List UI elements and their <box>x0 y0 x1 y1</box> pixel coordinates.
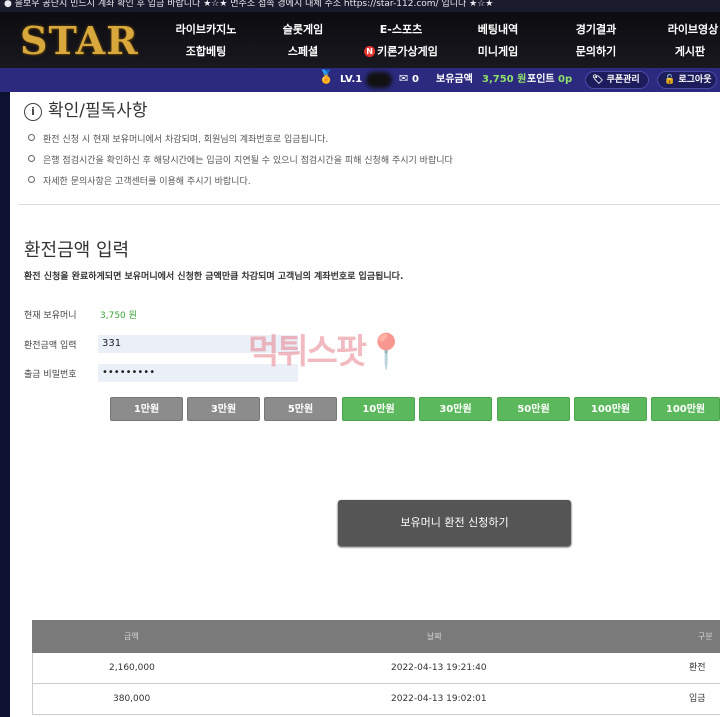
amount-button-500k[interactable]: 50만원 <box>497 397 570 421</box>
redacted-username <box>366 72 392 88</box>
table-row: 380,000 2022-04-13 19:02:01 입금 <box>32 684 720 715</box>
amount-button-10k[interactable]: 1만원 <box>110 397 183 421</box>
nav-kiron-virtual[interactable]: N 키론가상게임 <box>364 45 438 59</box>
amount-button-50k[interactable]: 5만원 <box>264 397 337 421</box>
notice-marquee: ● 을보우 공단지 민드지 계좌 확인 후 입금 바랍니다 ★☆★ 먼주소 접속… <box>0 0 720 12</box>
amount-button-100k[interactable]: 10만원 <box>342 397 415 421</box>
coupon-button[interactable]: 🏷 쿠폰관리 <box>585 71 649 89</box>
map-pin-icon: 📍 <box>365 332 407 372</box>
table-header: 금액 날짜 구분 <box>32 620 720 653</box>
watermark: 먹튀스팟📍 <box>248 324 407 373</box>
exchange-description: 환전 신청을 완료하게되면 보유머니에서 신청한 금액만큼 차감되며 고객님의 … <box>24 272 404 282</box>
logout-label: 로그아웃 <box>678 75 712 85</box>
bullet-circle-icon <box>28 134 35 141</box>
amount-label: 환전금액 입력 <box>24 341 77 351</box>
mail-icon[interactable]: ✉ <box>399 73 408 85</box>
message-count[interactable]: 0 <box>412 74 419 86</box>
row-date: 2022-04-13 19:21:40 <box>391 663 487 673</box>
nav-live-casino[interactable]: 라이브카지노 <box>176 23 237 37</box>
notice-item: 환전 신청 시 현재 보유머니에서 차감되며, 회원님의 계좌번호로 입금됩니다… <box>28 132 328 145</box>
amount-button-1m-alt[interactable]: 100만원 <box>651 397 720 421</box>
section-divider <box>18 204 720 205</box>
amount-button-1m[interactable]: 100만원 <box>574 397 647 421</box>
nav-betting-history[interactable]: 베팅내역 <box>478 23 518 37</box>
password-label: 출금 비밀번호 <box>24 370 77 380</box>
site-logo[interactable]: STAR <box>20 18 139 63</box>
info-icon: i <box>24 103 42 121</box>
exchange-title: 환전금액 입력 <box>24 240 130 261</box>
notice-item-text: 은행 점검시간을 확인하신 후 해당시간에는 입금이 지연될 수 있으니 점검시… <box>43 156 453 166</box>
nav-kiron-label: 키론가상게임 <box>377 45 438 58</box>
row-amount: 380,000 <box>113 694 151 704</box>
nav-mini-game[interactable]: 미니게임 <box>478 45 518 59</box>
nav-special[interactable]: 스페셜 <box>288 45 318 59</box>
nav-game-results[interactable]: 경기결과 <box>576 23 616 37</box>
watermark-text: 먹튀스팟 <box>248 332 367 372</box>
lock-icon: 🔓 <box>664 75 676 85</box>
nav-inquiry[interactable]: 문의하기 <box>576 45 616 59</box>
current-balance-label: 현재 보유머니 <box>24 311 77 321</box>
new-badge-icon: N <box>364 46 376 57</box>
nav-live-video[interactable]: 라이브영상 <box>668 23 719 37</box>
tag-icon: 🏷 <box>592 75 604 85</box>
column-header-amount: 금액 <box>124 632 139 641</box>
column-header-type: 구분 <box>698 632 713 641</box>
notice-item-text: 환전 신청 시 현재 보유머니에서 차감되며, 회원님의 계좌번호로 입금됩니다… <box>43 135 329 145</box>
notice-title: i 확인/필독사항 <box>24 96 148 121</box>
row-amount: 2,160,000 <box>109 663 155 673</box>
column-header-date: 날짜 <box>427 632 442 641</box>
points-label: 포인트 <box>527 74 555 85</box>
amount-button-30k[interactable]: 3만원 <box>187 397 260 421</box>
notice-item-text: 자세한 문의사항은 고객센터를 이용해 주시기 바랍니다. <box>43 177 251 187</box>
site-header: STAR 라이브카지노 슬롯게임 E-스포츠 베팅내역 경기결과 라이브영상 조… <box>0 12 720 68</box>
points-value: 0p <box>558 74 573 85</box>
logout-button[interactable]: 🔓 로그아웃 <box>657 71 717 89</box>
row-type: 환전 <box>689 663 706 673</box>
notice-item: 자세한 문의사항은 고객센터를 이용해 주시기 바랍니다. <box>28 174 251 187</box>
balance-value: 3,750 원 <box>482 74 527 85</box>
amount-button-300k[interactable]: 30만원 <box>419 397 492 421</box>
exchange-panel: i 확인/필독사항 환전 신청 시 현재 보유머니에서 차감되며, 회원님의 계좌… <box>10 92 720 717</box>
notice-title-text: 확인/필독사항 <box>48 101 148 121</box>
nav-esports[interactable]: E-스포츠 <box>380 23 422 37</box>
coupon-label: 쿠폰관리 <box>606 75 640 85</box>
row-type: 입금 <box>689 694 706 704</box>
level-medal-icon: 🏅 <box>318 70 335 85</box>
user-level: LV.1 <box>340 74 363 85</box>
balance-label: 보유금액 <box>436 74 473 85</box>
nav-board[interactable]: 게시판 <box>675 45 705 59</box>
notice-item: 은행 점검시간을 확인하신 후 해당시간에는 입금이 지연될 수 있으니 점검시… <box>28 153 453 166</box>
row-date: 2022-04-13 19:02:01 <box>391 694 487 704</box>
table-row: 2,160,000 2022-04-13 19:21:40 환전 <box>32 653 720 684</box>
user-status-bar: 🏅 LV.1 ✉ 0 보유금액 3,750 원 포인트 0p 🏷 쿠폰관리 🔓 … <box>0 68 720 92</box>
exchange-submit-button[interactable]: 보유머니 환전 신청하기 <box>338 500 571 546</box>
current-balance-value: 3,750 원 <box>100 311 137 321</box>
bullet-circle-icon <box>28 176 35 183</box>
nav-slot-game[interactable]: 슬롯게임 <box>283 23 323 37</box>
bullet-circle-icon <box>28 155 35 162</box>
nav-combo-betting[interactable]: 조합베팅 <box>186 45 226 59</box>
